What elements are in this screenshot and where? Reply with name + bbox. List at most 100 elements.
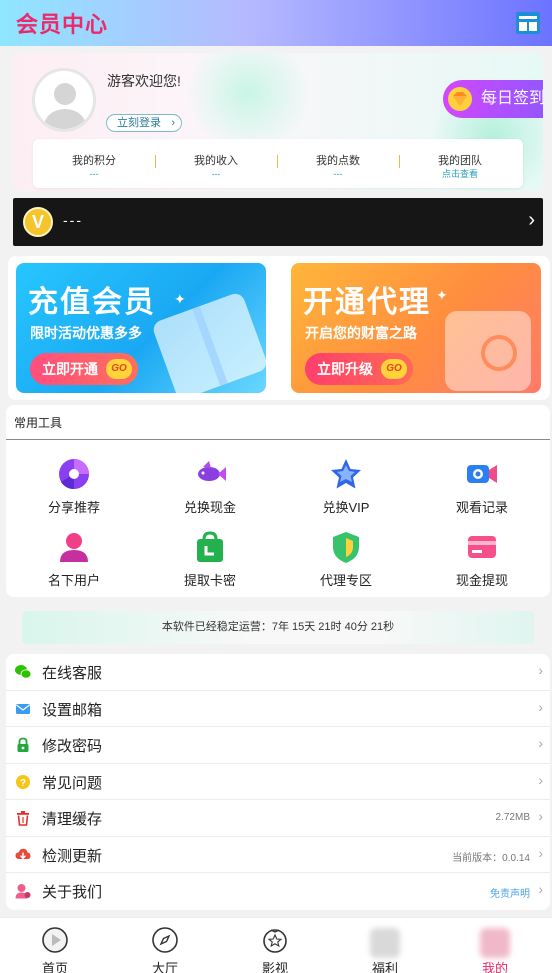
tool-exchange-vip[interactable]: 兑换VIP [278,457,414,521]
chevron-right-icon: › [171,117,175,129]
promo-button-label: 立即开通 [42,361,98,377]
nav-mine[interactable]: 我的 [440,922,550,973]
stat-team[interactable]: 我的团队 点击查看 [399,139,521,188]
nav-movies[interactable]: 影视 [220,922,330,973]
chevron-right-icon: › [528,209,535,231]
bottom-nav: 首页 大厅 影视 福利 我的 [0,917,552,973]
menu-item-label: 清理缓存 [42,811,103,828]
tool-my-users[interactable]: 名下用户 [6,530,142,594]
chevron-right-icon: › [538,735,543,751]
promo-button-label: 立即升级 [317,361,373,377]
nav-label: 大厅 [151,961,178,973]
nav-label: 首页 [41,961,68,973]
stat-points[interactable]: 我的积分 --- [33,139,155,188]
trash-icon [17,811,29,826]
menu-item-label: 修改密码 [42,738,103,755]
mine-icon [480,928,510,958]
menu-item-check-update[interactable]: 检测更新 当前版本：0.0.14 › [6,837,550,873]
daily-checkin-button[interactable]: 每日签到 [443,80,543,118]
star-icon [331,459,361,489]
vip-status-text: --- [63,212,83,228]
bag-icon [197,531,223,562]
promo-become-agent[interactable]: ✦ 开通代理 开启您的财富之路 立即升级 GO [291,263,541,393]
open-now-button[interactable]: 立即开通 GO [30,353,138,385]
question-icon: ? [16,774,30,789]
lock-icon [17,737,29,752]
stat-label: 我的点数 [316,155,360,167]
divider [155,155,156,168]
diamond-icon [448,87,472,111]
nav-label: 福利 [371,961,398,973]
mail-icon [16,703,30,714]
promo-recharge-vip[interactable]: ✦ 充值会员 限时活动优惠多多 立即开通 GO [16,263,266,393]
promo-section: ✦ 充值会员 限时活动优惠多多 立即开通 GO ✦ 开通代理 开启您的财富之路 … [8,256,550,400]
vip-badge-icon: V [23,207,53,237]
shield-icon [333,532,359,563]
camera-icon [467,465,497,483]
header-bar: 会员中心 [0,0,552,46]
avatar[interactable] [32,68,96,132]
version-value: 当前版本：0.0.14 [452,852,530,864]
decor-blob [183,53,313,153]
nav-hall[interactable]: 大厅 [110,922,220,973]
go-badge: GO [106,359,132,379]
stat-label: 我的团队 [438,155,482,167]
chevron-right-icon: › [538,881,543,897]
section-title: 常用工具 [14,416,63,430]
promo-title: 充值会员 [28,286,156,319]
chevron-right-icon: › [538,844,543,861]
tool-extract-card[interactable]: 提取卡密 [142,530,278,594]
stat-credits[interactable]: 我的点数 --- [277,139,399,188]
menu-item-about-us[interactable]: 关于我们 免责声明 › [6,873,550,910]
stat-label: 我的积分 [72,155,116,167]
tool-watch-history[interactable]: 观看记录 [414,457,550,521]
chevron-right-icon: › [538,771,543,788]
tool-agent-zone[interactable]: 代理专区 [278,530,414,594]
divider [277,155,278,168]
svg-text:?: ? [20,778,26,789]
chevron-right-icon: › [538,698,543,715]
vip-status-bar[interactable]: V --- › [13,198,543,246]
login-button[interactable]: 立刻登录 › [106,114,182,132]
tool-exchange-cash[interactable]: 兑换现金 [142,457,278,521]
decor-ring [481,335,517,371]
disclaimer-link[interactable]: 免责声明 [490,885,530,900]
tool-label: 观看记录 [455,500,508,515]
tool-label: 代理专区 [319,573,372,588]
share-icon [59,459,89,490]
tool-cash-withdraw[interactable]: 现金提现 [414,530,550,594]
promo-title: 开通代理 [303,286,431,319]
cache-size-value: 2.72MB [495,812,530,823]
daily-checkin-label: 每日签到 [481,90,543,107]
divider [6,439,550,440]
menu-icon[interactable] [514,9,542,37]
nav-label: 我的 [481,961,508,973]
menu-item-customer-service[interactable]: 在线客服 › [6,654,550,691]
about-icon [15,884,31,899]
menu-item-label: 在线客服 [42,665,103,682]
chevron-right-icon: › [538,808,543,824]
nav-welfare[interactable]: 福利 [330,922,440,973]
runtime-text: 本软件已经稳定运营：7年 15天 21时 40分 21秒 [161,621,395,633]
tool-label: 提取卡密 [183,573,236,588]
play-icon [42,927,68,953]
avatar-body [44,109,86,129]
promo-subtitle: 限时活动优惠多多 [30,325,142,341]
fish-icon [198,461,226,481]
stat-value: 点击查看 [441,169,478,179]
tool-label: 兑换现金 [183,500,236,515]
common-tools-panel: 常用工具 分享推荐 兑换现金 兑换VIP 观看记录 名下用户 提取卡密 代理专区… [6,405,550,597]
menu-item-set-email[interactable]: 设置邮箱 › [6,691,550,727]
upgrade-now-button[interactable]: 立即升级 GO [305,353,413,385]
gift-icon [370,928,400,958]
go-badge: GO [381,359,407,379]
nav-home[interactable]: 首页 [0,922,110,973]
tool-share[interactable]: 分享推荐 [6,457,142,521]
menu-item-faq[interactable]: ? 常见问题 › [6,764,550,800]
profile-card: 游客欢迎您! 立刻登录 › 每日签到 我的积分 --- 我的收入 --- 我的点… [13,53,543,191]
chevron-right-icon: › [538,662,543,678]
stat-income[interactable]: 我的收入 --- [155,139,277,188]
menu-item-change-password[interactable]: 修改密码 › [6,727,550,764]
menu-item-clear-cache[interactable]: 清理缓存 2.72MB › [6,800,550,837]
stat-value: --- [211,169,221,179]
